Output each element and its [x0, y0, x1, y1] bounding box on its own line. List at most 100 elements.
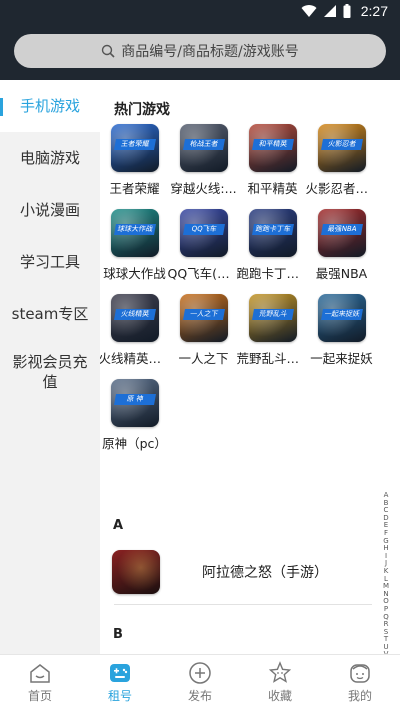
search-icon [102, 44, 115, 58]
plus-circle-icon [189, 662, 211, 684]
status-icons: 2:27 [301, 3, 388, 19]
tab-favorites[interactable]: 收藏 [240, 655, 320, 710]
game-name: 球球大作战 [103, 266, 166, 281]
game-icon-badge: 枪战王者 [182, 139, 225, 150]
tab-home[interactable]: 首页 [0, 655, 80, 710]
game-icon: 最强NBA [317, 209, 366, 257]
game-icon-badge: 跑跑卡丁车 [251, 224, 294, 235]
game-icon-badge: QQ飞车 [182, 224, 225, 235]
group-letter-b: B [113, 627, 123, 642]
game-icon: 一起来捉妖 [317, 294, 366, 342]
game-item[interactable]: 最强NBA 最强NBA [307, 209, 376, 282]
game-icon: 和平精英 [248, 124, 297, 172]
star-face-icon [268, 661, 292, 683]
game-icon-badge: 和平精英 [251, 139, 294, 150]
user-face-icon [350, 664, 370, 683]
game-icon: 荒野乱斗 [248, 294, 297, 342]
game-item[interactable]: 一人之下 一人之下 [169, 294, 238, 367]
game-icon-badge: 球球大作战 [113, 224, 156, 235]
sidebar-item-mobile-games[interactable]: 手机游戏 [0, 80, 100, 132]
game-icon: 枪战王者 [179, 124, 228, 172]
game-name: 穿越火线:... [170, 181, 237, 196]
game-icon-badge: 火影忍者 [320, 139, 363, 150]
tab-label: 首页 [27, 689, 52, 703]
game-icon-badge: 火线精英 [113, 309, 156, 320]
hot-games-title: 热门游戏 [114, 102, 170, 118]
status-time: 2:27 [360, 3, 388, 19]
gamepad-icon [110, 664, 130, 682]
game-name: 一起来捉妖 [310, 351, 373, 366]
sidebar-item-study-tools[interactable]: 学习工具 [0, 236, 100, 288]
game-list: 热门游戏 王者荣耀 王者荣耀 枪战王者 穿越火线:... 和平精英 和平精英 火影忍者 火影忍… [100, 80, 400, 654]
sidebar-item-label: 手机游戏 [19, 97, 80, 115]
tab-rent[interactable]: 租号 [80, 655, 160, 710]
game-name: 跑跑卡丁车... [236, 266, 309, 281]
game-name: QQ飞车(手... [167, 266, 240, 281]
list-item[interactable]: 阿拉德之怒（手游） [112, 548, 372, 596]
game-name: 阿拉德之怒（手游） [202, 565, 328, 581]
tab-label: 收藏 [267, 689, 292, 703]
game-item[interactable]: 原 神原神（pc） [100, 379, 169, 452]
game-item[interactable]: 枪战王者穿越火线:... [169, 124, 238, 197]
game-name: 原神（pc） [102, 436, 167, 451]
game-name: 荒野乱斗（... [236, 351, 309, 366]
game-cover-image [112, 550, 160, 594]
game-icon: 跑跑卡丁车 [248, 209, 297, 257]
category-sidebar: 手机游戏 电脑游戏 小说漫画 学习工具 steam专区 影视会员充值 [0, 80, 100, 654]
signal-icon [323, 5, 336, 17]
group-letter-a: A [113, 518, 124, 533]
tab-label: 发布 [187, 689, 212, 703]
battery-icon [343, 4, 351, 18]
bottom-tab-bar: 首页 租号 发布 收藏 我的 [0, 654, 400, 710]
game-name: 王者荣耀 [109, 181, 160, 196]
sidebar-item-pc-games[interactable]: 电脑游戏 [0, 132, 100, 184]
game-icon-badge: 荒野乱斗 [251, 309, 294, 320]
game-item[interactable]: 火线精英火线精英（... [100, 294, 171, 367]
sidebar-item-label: 学习工具 [19, 253, 80, 271]
hot-games-grid: 王者荣耀 王者荣耀 枪战王者 穿越火线:... 和平精英 和平精英 火影忍者 火影忍者（...… [100, 124, 378, 452]
sidebar-item-label: steam专区 [11, 305, 89, 323]
game-item[interactable]: 跑跑卡丁车跑跑卡丁车... [236, 209, 309, 282]
game-name: 火线精英（... [100, 351, 171, 366]
sidebar-item-novel-comics[interactable]: 小说漫画 [0, 184, 100, 236]
game-name: 最强NBA [315, 266, 368, 281]
game-item[interactable]: QQ飞车 QQ飞车(手... [167, 209, 240, 282]
game-icon: 球球大作战 [110, 209, 159, 257]
game-icon-badge: 原 神 [113, 394, 156, 405]
game-item[interactable]: 球球大作战 球球大作战 [100, 209, 169, 282]
game-name: 一人之下 [178, 351, 229, 366]
game-item[interactable]: 和平精英 和平精英 [238, 124, 307, 197]
header: 商品编号/商品标题/游戏账号 [0, 24, 400, 80]
game-name: 火影忍者（... [305, 181, 378, 196]
search-input[interactable]: 商品编号/商品标题/游戏账号 [14, 34, 386, 68]
sidebar-item-video-membership[interactable]: 影视会员充值 [0, 340, 100, 404]
sidebar-item-label: 小说漫画 [19, 201, 80, 219]
game-icon: 王者荣耀 [110, 124, 159, 172]
game-item[interactable]: 荒野乱斗荒野乱斗（... [236, 294, 309, 367]
tab-publish[interactable]: 发布 [160, 655, 240, 710]
sidebar-item-label: 影视会员充值 [12, 353, 88, 391]
game-icon-badge: 一人之下 [182, 309, 225, 320]
status-bar: 2:27 [0, 0, 400, 24]
wifi-icon [301, 5, 317, 18]
game-icon: 火线精英 [110, 294, 159, 342]
game-name: 和平精英 [247, 181, 298, 196]
tab-label: 我的 [347, 689, 372, 703]
search-placeholder: 商品编号/商品标题/游戏账号 [121, 44, 299, 60]
game-item[interactable]: 一起来捉妖 一起来捉妖 [307, 294, 376, 367]
game-icon: QQ飞车 [179, 209, 228, 257]
game-item[interactable]: 火影忍者火影忍者（... [305, 124, 378, 197]
home-icon [30, 664, 50, 683]
game-icon: 原 神 [110, 379, 159, 427]
tab-label: 租号 [107, 689, 132, 703]
sidebar-item-label: 电脑游戏 [19, 149, 80, 167]
game-icon-badge: 最强NBA [320, 224, 363, 235]
game-item[interactable]: 王者荣耀 王者荣耀 [100, 124, 169, 197]
game-icon: 一人之下 [179, 294, 228, 342]
sidebar-item-steam[interactable]: steam专区 [0, 288, 100, 340]
tab-mine[interactable]: 我的 [320, 655, 400, 710]
divider [114, 604, 372, 605]
game-icon: 火影忍者 [317, 124, 366, 172]
game-icon-badge: 一起来捉妖 [320, 309, 363, 320]
game-icon-badge: 王者荣耀 [113, 139, 156, 150]
